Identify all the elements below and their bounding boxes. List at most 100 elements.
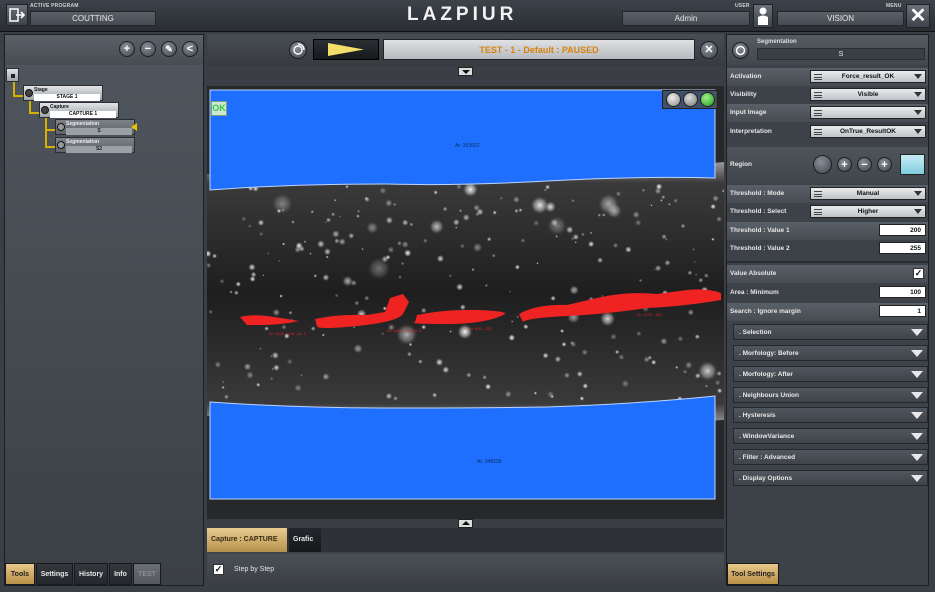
- menu-icon: [814, 110, 822, 116]
- collapse-bottom-button[interactable]: [458, 519, 473, 528]
- speckle: [421, 324, 427, 330]
- active-program-field[interactable]: COUTTING: [30, 11, 156, 26]
- speckle: [286, 358, 293, 365]
- region-preview[interactable]: [900, 154, 925, 175]
- step-by-step-checkbox[interactable]: ✓: [213, 564, 224, 575]
- area-minimum-input[interactable]: 100: [879, 286, 926, 298]
- tool-header-value[interactable]: S: [757, 48, 925, 60]
- chevron-down-icon: [911, 454, 923, 461]
- tab-test[interactable]: TEST: [133, 563, 161, 585]
- threshold-value-2-input[interactable]: 255: [879, 242, 926, 254]
- tab-grafic[interactable]: Grafic: [289, 528, 321, 552]
- menu-field[interactable]: VISION: [777, 11, 904, 26]
- speckle: [520, 238, 526, 243]
- region-add-icon[interactable]: +: [837, 157, 852, 172]
- speckle: [431, 392, 438, 398]
- input-image-dropdown[interactable]: [810, 106, 926, 119]
- speckle: [621, 379, 630, 388]
- threshold-value-1-input[interactable]: 200: [879, 224, 926, 236]
- close-icon[interactable]: ✕: [906, 4, 930, 28]
- section-morfology-after[interactable]: . Morfology: After: [733, 366, 928, 382]
- section-neighbours-union[interactable]: . Neighbours Union: [733, 387, 928, 403]
- chevron-down-icon: [911, 475, 923, 482]
- add-icon[interactable]: +: [119, 41, 135, 57]
- speckle: [395, 323, 418, 346]
- camera-trigger-icon[interactable]: [289, 41, 307, 59]
- speckle: [618, 354, 625, 361]
- section-display-options[interactable]: . Display Options: [733, 470, 928, 486]
- region-plus-icon[interactable]: +: [877, 157, 892, 172]
- section-morfology-before[interactable]: . Morfology: Before: [733, 345, 928, 361]
- stop-icon[interactable]: ✕: [700, 41, 718, 59]
- chevron-down-icon: [914, 92, 922, 97]
- tab-tools[interactable]: Tools: [5, 563, 35, 585]
- section-selection[interactable]: . Selection: [733, 324, 928, 340]
- speckle: [259, 347, 262, 350]
- speckle: [288, 310, 293, 315]
- user-icon[interactable]: [753, 4, 773, 28]
- view-gray-icon[interactable]: [666, 92, 681, 107]
- chevron-down-icon: [914, 191, 922, 196]
- speckle: [300, 374, 303, 377]
- remove-icon[interactable]: −: [140, 41, 156, 57]
- speckle: [345, 185, 349, 189]
- value-absolute-checkbox[interactable]: ✓: [913, 268, 924, 279]
- chevron-down-icon: [914, 209, 922, 214]
- prop-label: Threshold : Value 2: [730, 245, 790, 252]
- step-by-step-label: Step by Step: [234, 566, 275, 573]
- speckle: [547, 215, 567, 236]
- speckle: [241, 216, 247, 222]
- edit-icon[interactable]: ✎: [161, 41, 177, 57]
- speckle: [610, 333, 617, 340]
- ignore-margin-input[interactable]: 1: [879, 305, 926, 317]
- user-field[interactable]: Admin: [622, 11, 750, 26]
- section-window-variance[interactable]: . WindowVariance: [733, 428, 928, 444]
- view-result-icon[interactable]: [700, 92, 715, 107]
- speckle: [243, 362, 252, 371]
- tree-node-stage[interactable]: Stage STAGE 1: [23, 85, 103, 101]
- section-hysteresis[interactable]: . Hysteresis: [733, 407, 928, 423]
- threshold-mode-dropdown[interactable]: Manual: [810, 187, 926, 200]
- speckle: [636, 330, 642, 337]
- speckle: [259, 231, 264, 237]
- speckle: [271, 193, 293, 215]
- interpretation-dropdown[interactable]: OnTrue_ResultOK: [810, 125, 926, 138]
- program-menu-icon[interactable]: [6, 4, 28, 26]
- tab-settings[interactable]: Settings: [36, 563, 73, 585]
- region-select-icon[interactable]: [813, 155, 832, 174]
- speckle: [512, 196, 520, 204]
- stage-icon: [25, 89, 33, 97]
- collapse-top-button[interactable]: [458, 67, 473, 76]
- speckle: [400, 261, 405, 266]
- tab-capture[interactable]: Capture : CAPTURE 1: [207, 528, 287, 567]
- tree-node-capture[interactable]: Capture CAPTURE 1: [39, 102, 119, 118]
- tab-info[interactable]: Info: [109, 563, 132, 585]
- prop-label: Threshold : Mode: [730, 190, 785, 197]
- region-remove-icon[interactable]: −: [857, 157, 872, 172]
- activation-dropdown[interactable]: Force_result_OK: [810, 70, 926, 83]
- tree-root[interactable]: [6, 68, 19, 82]
- view-overlay-icon[interactable]: [683, 92, 698, 107]
- speckle: [674, 365, 679, 370]
- tab-history[interactable]: History: [74, 563, 108, 585]
- speckle: [406, 351, 412, 357]
- speckle: [271, 351, 280, 360]
- threshold-select-dropdown[interactable]: Higher: [810, 205, 926, 218]
- tree-node-value: S: [66, 128, 132, 135]
- tree-node-segmentation-s2[interactable]: Segmentation S2: [55, 137, 135, 153]
- share-icon[interactable]: <: [182, 41, 198, 57]
- speckle: [364, 295, 370, 301]
- speckle: [303, 240, 307, 243]
- visibility-dropdown[interactable]: Visible: [810, 88, 926, 101]
- speckle: [694, 372, 701, 379]
- speckle: [452, 218, 460, 226]
- section-filter-advanced[interactable]: . Filter : Advanced: [733, 449, 928, 465]
- speckle: [624, 246, 632, 253]
- inspection-image[interactable]: OK Ar: 353622 Ar: 348239 Ar: 1020 - 318 …: [204, 86, 725, 519]
- tree-node-segmentation-s[interactable]: Segmentation S: [55, 119, 135, 135]
- left-panel: + − ✎ < Stage STAGE 1 Capture CAPTURE 1 …: [4, 34, 204, 586]
- play-button[interactable]: [313, 39, 379, 60]
- chevron-down-icon: [914, 74, 922, 79]
- prop-activation: Activation Force_result_OK: [727, 68, 928, 86]
- tab-tool-settings[interactable]: Tool Settings: [727, 563, 779, 585]
